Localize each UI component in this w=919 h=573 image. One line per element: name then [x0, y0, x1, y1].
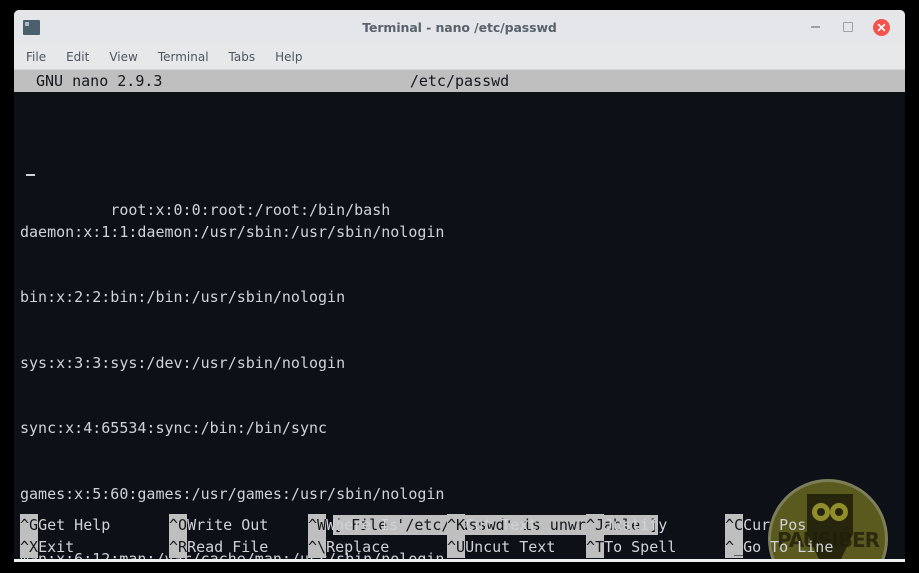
shortcut-label: Get Help	[38, 516, 111, 534]
shortcut-get-help[interactable]: ^G Get Help	[20, 514, 169, 536]
close-button[interactable]	[873, 18, 890, 36]
shortcut-replace[interactable]: ^\ Replace	[308, 536, 447, 558]
shortcut-label: Replace	[326, 538, 390, 556]
shortcut-key: ^_	[725, 536, 744, 558]
shortcut-label: Go To Line	[743, 538, 834, 556]
menu-item-terminal[interactable]: Terminal	[158, 50, 209, 64]
window-controls	[807, 18, 905, 36]
shortcut-where-is[interactable]: ^W Where Is	[308, 514, 447, 536]
text-line: sys:x:3:3:sys:/dev:/usr/sbin/nologin	[20, 353, 905, 375]
nano-title-bar: GNU nano 2.9.3 /etc/passwd	[14, 70, 905, 92]
text-line: daemon:x:1:1:daemon:/usr/sbin:/usr/sbin/…	[20, 222, 905, 244]
menu-item-help[interactable]: Help	[275, 50, 302, 64]
menu-bar: File Edit View Terminal Tabs Help	[14, 44, 905, 70]
screen: Terminal - nano /etc/passwd File Edit Vi…	[0, 0, 919, 573]
shortcut-label: Cut Text	[465, 516, 538, 534]
shortcut-key: ^R	[169, 536, 188, 558]
shortcut-label: Write Out	[187, 516, 269, 534]
text-line-content: root:x:0:0:root:/root:/bin/bash	[110, 201, 391, 220]
shortcut-cut-text[interactable]: ^K Cut Text	[447, 514, 586, 536]
shortcut-justify[interactable]: ^J Justify	[586, 514, 725, 536]
shortcut-uncut-text[interactable]: ^U Uncut Text	[447, 536, 586, 558]
shortcut-write-out[interactable]: ^O Write Out	[169, 514, 308, 536]
text-line: sync:x:4:65534:sync:/bin:/bin/sync	[20, 418, 905, 440]
text-line-content: daemon:x:1:1:daemon:/usr/sbin:/usr/sbin/…	[20, 222, 445, 241]
nano-status-message: [ File '/etc/passwd' is unwritable ]	[14, 492, 905, 535]
nano-blank-line	[14, 92, 905, 113]
text-line-content: bin:x:2:2:bin:/bin:/usr/sbin/nologin	[20, 288, 346, 307]
shortcut-label: Uncut Text	[465, 538, 556, 556]
shortcut-key: ^J	[586, 514, 605, 536]
shortcut-key: ^W	[308, 514, 327, 536]
shortcut-label: Cur Pos	[743, 516, 807, 534]
shortcut-label: Read File	[187, 538, 269, 556]
title-bar[interactable]: Terminal - nano /etc/passwd	[14, 10, 905, 44]
shortcut-key: ^U	[447, 536, 466, 558]
shortcut-label: To Spell	[604, 538, 677, 556]
shortcut-go-to-line[interactable]: ^_ Go To Line	[725, 536, 833, 558]
menu-item-view[interactable]: View	[109, 50, 137, 64]
minimize-button[interactable]	[807, 19, 823, 35]
shortcut-read-file[interactable]: ^R Read File	[169, 536, 308, 558]
terminal-screen[interactable]: GNU nano 2.9.3 /etc/passwd root:x:0:0:ro…	[14, 70, 905, 562]
shortcut-key: ^\	[308, 536, 327, 558]
maximize-button[interactable]	[840, 19, 856, 35]
shortcut-cur-pos[interactable]: ^C Cur Pos	[725, 514, 806, 536]
text-line-content: sys:x:3:3:sys:/dev:/usr/sbin/nologin	[20, 353, 346, 372]
nano-shortcut-bar: ^G Get Help ^O Write Out ^W Where Is ^K Cut …	[14, 514, 905, 560]
menu-item-edit[interactable]: Edit	[66, 50, 89, 64]
shortcut-key: ^G	[20, 514, 39, 536]
window-title: Terminal - nano /etc/passwd	[362, 19, 557, 35]
menu-item-tabs[interactable]: Tabs	[229, 50, 256, 64]
shortcut-label: Justify	[604, 516, 668, 534]
shortcut-row-2: ^X Exit ^R Read File ^\ Replace ^U Uncut Tex…	[20, 536, 905, 558]
menu-item-file[interactable]: File	[26, 50, 46, 64]
terminal-window: Terminal - nano /etc/passwd File Edit Vi…	[14, 10, 905, 562]
text-cursor	[26, 174, 35, 177]
text-line-content: sync:x:4:65534:sync:/bin:/bin/sync	[20, 419, 328, 438]
shortcut-key: ^X	[20, 536, 39, 558]
text-line: root:x:0:0:root:/root:/bin/bash	[20, 157, 905, 219]
shortcut-label: Exit	[38, 538, 75, 556]
shortcut-key: ^C	[725, 514, 744, 536]
terminal-icon	[23, 19, 40, 35]
shortcut-row-1: ^G Get Help ^O Write Out ^W Where Is ^K Cut …	[20, 514, 905, 536]
shortcut-label: Where Is	[326, 516, 399, 534]
shortcut-key: ^T	[586, 536, 605, 558]
nano-filename: /etc/passwd	[409, 72, 510, 90]
shortcut-to-spell[interactable]: ^T To Spell	[586, 536, 725, 558]
shortcut-key: ^O	[169, 514, 188, 536]
close-icon	[877, 23, 886, 31]
text-line: bin:x:2:2:bin:/bin:/usr/sbin/nologin	[20, 287, 905, 309]
terminal-bottom-strip	[14, 559, 905, 562]
shortcut-exit[interactable]: ^X Exit	[20, 536, 169, 558]
shortcut-key: ^K	[447, 514, 466, 536]
